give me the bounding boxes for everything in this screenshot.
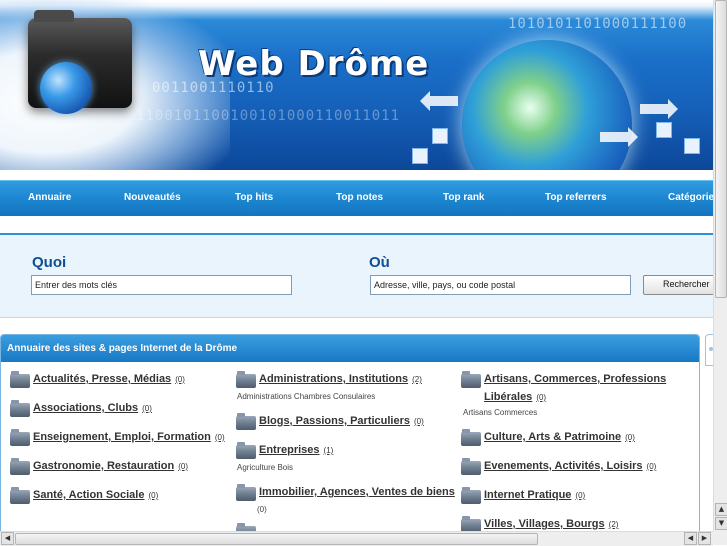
globe-icon: [40, 62, 92, 114]
site-title[interactable]: Web Drôme: [198, 44, 429, 84]
folder-icon: [461, 429, 481, 446]
side-panel-edge: [705, 334, 713, 366]
category-link[interactable]: Administrations, Institutions (2): [259, 373, 422, 385]
category-count: (0): [257, 505, 267, 514]
nav-top-referrers[interactable]: Top referrers: [545, 192, 607, 203]
vertical-scroll-thumb[interactable]: [715, 0, 727, 298]
folder-icon: [236, 413, 256, 430]
subcategory-links[interactable]: Agriculture Bois: [237, 463, 293, 472]
category-count: (0): [575, 491, 586, 500]
arrow-right-icon: [640, 99, 678, 119]
scroll-right-button[interactable]: ▶: [698, 532, 711, 545]
folder-icon: [10, 371, 30, 388]
scroll-left-button[interactable]: ◀: [1, 532, 14, 545]
scroll-left-button[interactable]: ◀: [684, 532, 697, 545]
folder-icon: [236, 442, 256, 459]
tile-decoration: [432, 128, 448, 144]
banner-binary-text: 1010101101000111100: [508, 16, 688, 32]
scroll-up-button[interactable]: ▲: [715, 503, 727, 516]
directory-title: Annuaire des sites & pages Internet de l…: [1, 335, 699, 362]
category-link[interactable]: Santé, Action Sociale (0): [33, 489, 158, 501]
folder-icon: [10, 400, 30, 417]
banner-binary-text: 1100101100100101000110011011: [136, 108, 401, 124]
category-count: (0): [625, 433, 635, 442]
category-link[interactable]: Culture, Arts & Patrimoine (0): [484, 431, 635, 443]
where-search-input[interactable]: Adresse, ville, pays, ou code postal: [370, 275, 631, 295]
search-panel: Quoi Entrer des mots clés Où Adresse, vi…: [0, 233, 713, 318]
category-link[interactable]: Actualités, Presse, Médias (0): [33, 373, 185, 385]
tile-decoration: [656, 122, 672, 138]
site-banner: 1010101101000111100 0011001110110 110010…: [0, 0, 713, 170]
category-link[interactable]: Enseignement, Emploi, Formation (0): [33, 431, 225, 443]
nav-categories[interactable]: Catégories: [668, 192, 713, 203]
search-button[interactable]: Rechercher: [643, 275, 713, 295]
category-count: (2): [412, 375, 422, 384]
nav-nouveautes[interactable]: Nouveautés: [124, 192, 181, 203]
folder-icon: [236, 371, 256, 388]
nav-top-notes[interactable]: Top notes: [336, 192, 383, 203]
category-count: (1): [323, 446, 334, 455]
arrow-right-icon: [600, 127, 638, 147]
category-link[interactable]: Evenements, Activités, Loisirs (0): [484, 460, 656, 472]
folder-icon: [461, 487, 481, 504]
folder-icon: [461, 516, 481, 531]
directory-panel: Annuaire des sites & pages Internet de l…: [0, 334, 700, 531]
category-count: (0): [414, 417, 424, 426]
category-link[interactable]: Internet Pratique (0): [484, 489, 585, 501]
category-link[interactable]: Villes, Villages, Bourgs (2): [484, 518, 618, 530]
nav-annuaire[interactable]: Annuaire: [28, 192, 71, 203]
folder-icon: [10, 429, 30, 446]
category-count: (0): [148, 491, 159, 500]
category-count: (0): [175, 375, 185, 384]
category-link[interactable]: Blogs, Passions, Particuliers (0): [259, 415, 424, 427]
category-count: (0): [178, 462, 188, 471]
category-link[interactable]: Associations, Clubs (0): [33, 402, 152, 414]
category-link[interactable]: Libérales (0): [484, 391, 546, 403]
folder-icon: [236, 484, 256, 501]
earth-globe-icon: [462, 40, 632, 170]
folder-icon: [10, 487, 30, 504]
category-count: (0): [214, 433, 225, 442]
main-nav: Annuaire Nouveautés Top hits Top notes T…: [0, 180, 713, 216]
browser-viewport: 1010101101000111100 0011001110110 110010…: [0, 0, 713, 531]
scroll-down-button[interactable]: ▼: [715, 517, 727, 530]
category-count: (2): [608, 520, 619, 529]
what-search-input[interactable]: Entrer des mots clés: [31, 275, 292, 295]
horizontal-scrollbar[interactable]: ◀ ◀ ▶: [0, 531, 713, 546]
category-count: (0): [646, 462, 657, 471]
category-link[interactable]: Gastronomie, Restauration (0): [33, 460, 188, 472]
horizontal-scroll-thumb[interactable]: [15, 533, 538, 545]
category-count: (0): [142, 404, 152, 413]
folder-icon: [461, 371, 481, 388]
category-link[interactable]: Entreprises (1): [259, 444, 333, 456]
category-count: (0): [536, 393, 547, 402]
arrow-left-icon: [430, 96, 458, 106]
tile-decoration: [412, 148, 428, 164]
folder-icon: [10, 458, 30, 475]
nav-top-rank[interactable]: Top rank: [443, 192, 484, 203]
subcategory-links[interactable]: Artisans Commerces: [463, 408, 537, 417]
vertical-scrollbar[interactable]: ▲ ▼: [713, 0, 727, 531]
ou-label: Où: [369, 254, 390, 271]
category-link[interactable]: Artisans, Commerces, Professions: [484, 373, 666, 385]
quoi-label: Quoi: [32, 254, 67, 271]
tile-decoration: [684, 138, 700, 154]
nav-top-hits[interactable]: Top hits: [235, 192, 273, 203]
folder-icon: [461, 458, 481, 475]
scrollbar-corner: [713, 531, 727, 545]
category-link[interactable]: Immobilier, Agences, Ventes de biens: [259, 486, 455, 498]
subcategory-links[interactable]: Administrations Chambres Consulaires: [237, 392, 375, 401]
